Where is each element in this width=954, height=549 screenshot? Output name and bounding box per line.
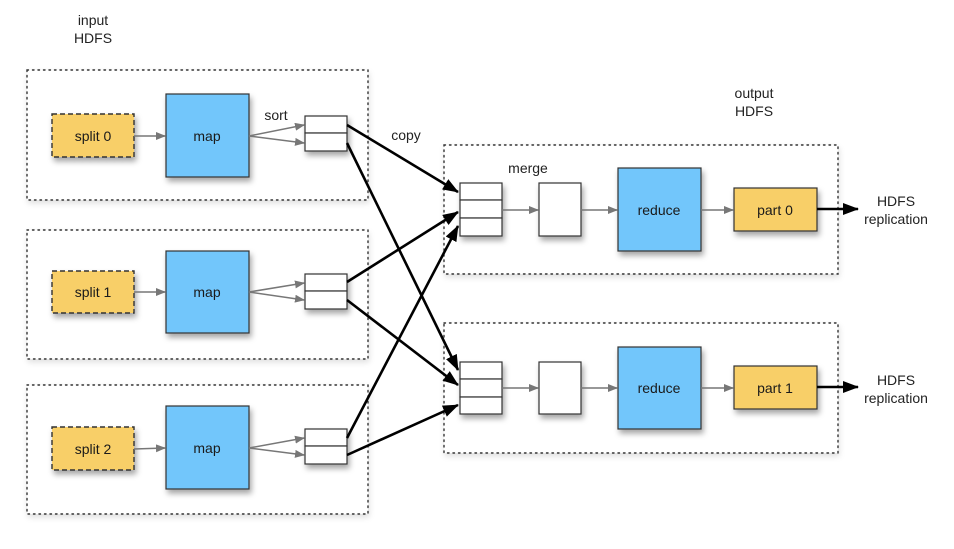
reduce-0-merged-input (538, 182, 582, 237)
split-2-to-map-arrow (133, 444, 166, 453)
input-hdfs-title-line1: input (78, 12, 108, 28)
reduce-task-1-label: reduce (638, 380, 681, 396)
mapreduce-diagram: input HDFS output HDFS split 0 map sort … (26, 12, 928, 515)
map-task-1-label: map (193, 284, 220, 300)
output-hdfs-title-line2: HDFS (735, 103, 773, 119)
copy-label: copy (391, 127, 421, 143)
map-task-2-label: map (193, 440, 220, 456)
reduce-1-merge-buffer (459, 361, 503, 415)
map-1-output-buffer (304, 273, 348, 310)
reduce-0-merge-buffer (459, 182, 503, 237)
output-hdfs-title-line1: output (735, 85, 774, 101)
part-1-label: part 1 (757, 380, 793, 396)
map-task-0-label: map (193, 128, 220, 144)
replication-1-label-line2: replication (864, 390, 928, 406)
merge-label: merge (508, 160, 548, 176)
reduce-1-merged-input (538, 361, 582, 415)
reduce-task-0-label: reduce (638, 202, 681, 218)
split-1-label: split 1 (75, 284, 112, 300)
sort-label: sort (264, 107, 287, 123)
split-0-label: split 0 (75, 128, 112, 144)
replication-0-label-line1: HDFS (877, 193, 915, 209)
replication-1-label-line1: HDFS (877, 372, 915, 388)
map-2-output-buffer (304, 428, 348, 465)
replication-0-label-line2: replication (864, 211, 928, 227)
split-2-label: split 2 (75, 441, 112, 457)
input-hdfs-title-line2: HDFS (74, 30, 112, 46)
map-0-output-buffer (304, 115, 348, 152)
part-0-label: part 0 (757, 202, 793, 218)
